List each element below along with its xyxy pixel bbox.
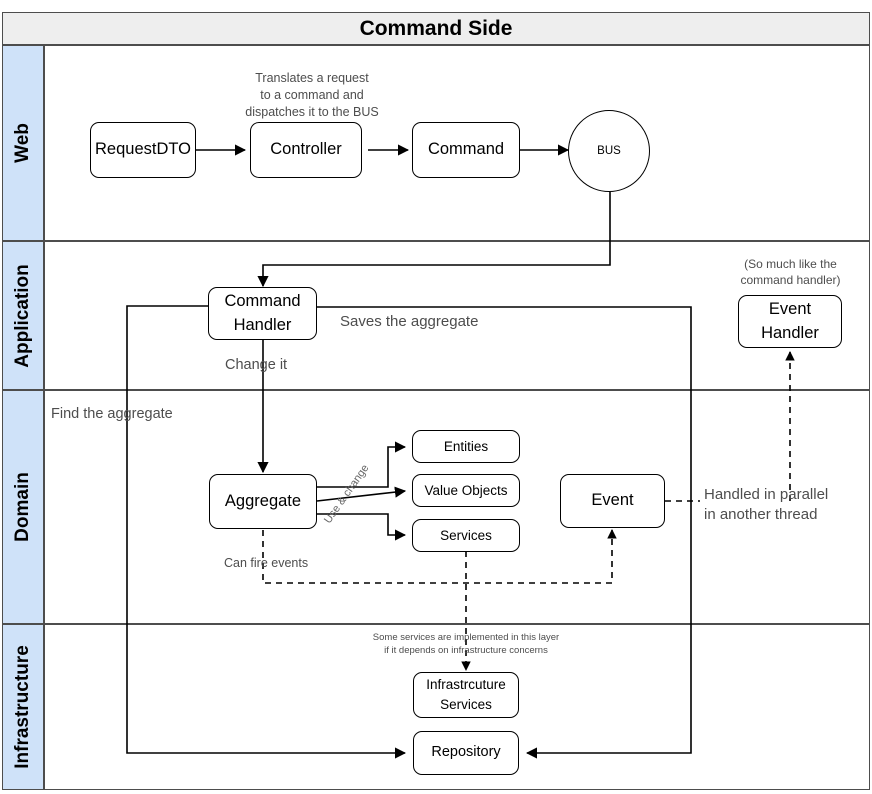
node-request-dto[interactable]: RequestDTO: [90, 122, 196, 178]
node-infrastructure-services[interactable]: Infrastrcuture Services: [413, 672, 519, 718]
node-command[interactable]: Command: [412, 122, 520, 178]
edge-command-handler-repository-find: [126, 305, 407, 759]
node-command-handler[interactable]: Command Handler: [208, 287, 317, 340]
node-event[interactable]: Event: [560, 474, 665, 528]
node-controller[interactable]: Controller: [250, 122, 362, 178]
edge-aggregate-value-objects: [316, 486, 407, 502]
node-aggregate[interactable]: Aggregate: [209, 474, 317, 529]
edge-bus-command-handler: [257, 192, 611, 288]
node-services[interactable]: Services: [412, 519, 520, 552]
node-entities[interactable]: Entities: [412, 430, 520, 463]
node-value-objects[interactable]: Value Objects: [412, 474, 520, 507]
node-bus[interactable]: BUS: [568, 110, 650, 192]
diagram-canvas: Command Side Web Application Domain Infr…: [0, 0, 872, 794]
node-repository[interactable]: Repository: [413, 731, 519, 775]
node-event-handler[interactable]: Event Handler: [738, 295, 842, 348]
